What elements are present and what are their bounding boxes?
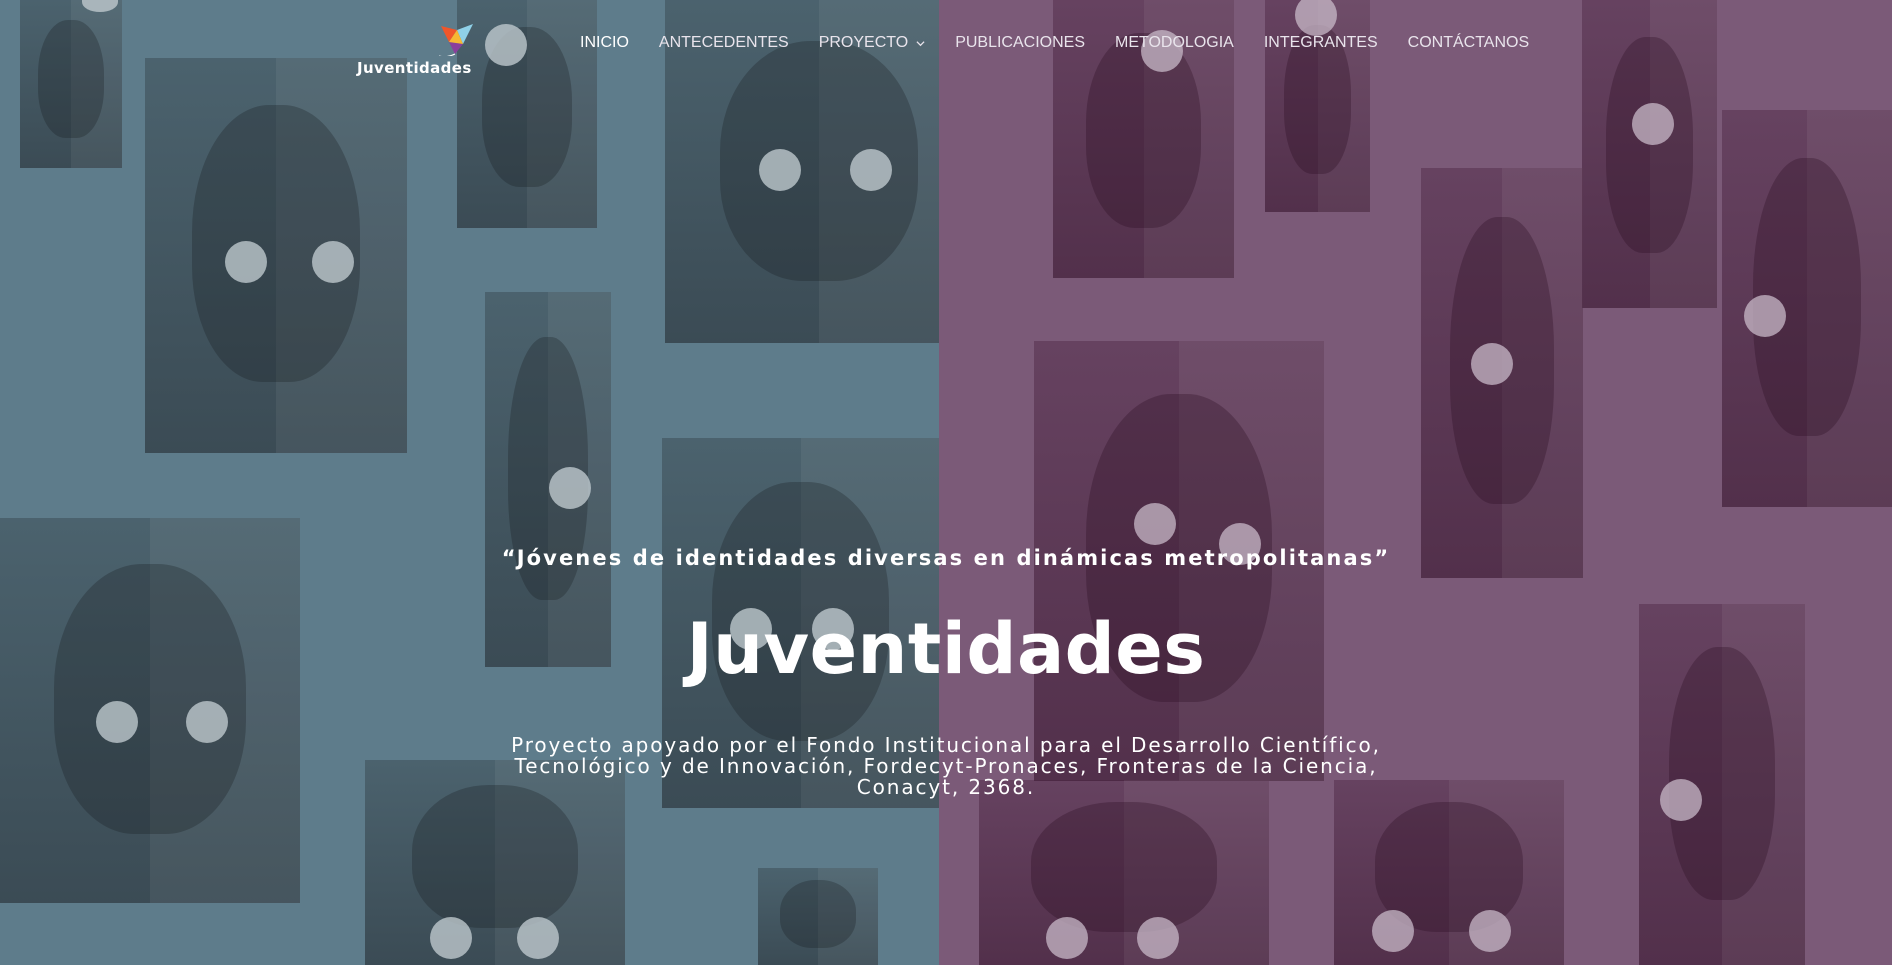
page-title: Juventidades bbox=[686, 608, 1206, 690]
hero-quote: “Jóvenes de identidades diversas en diná… bbox=[501, 546, 1391, 570]
hero-subtitle: Proyecto apoyado por el Fondo Institucio… bbox=[511, 733, 1381, 799]
hero-section: “Jóvenes de identidades diversas en diná… bbox=[0, 0, 1892, 965]
